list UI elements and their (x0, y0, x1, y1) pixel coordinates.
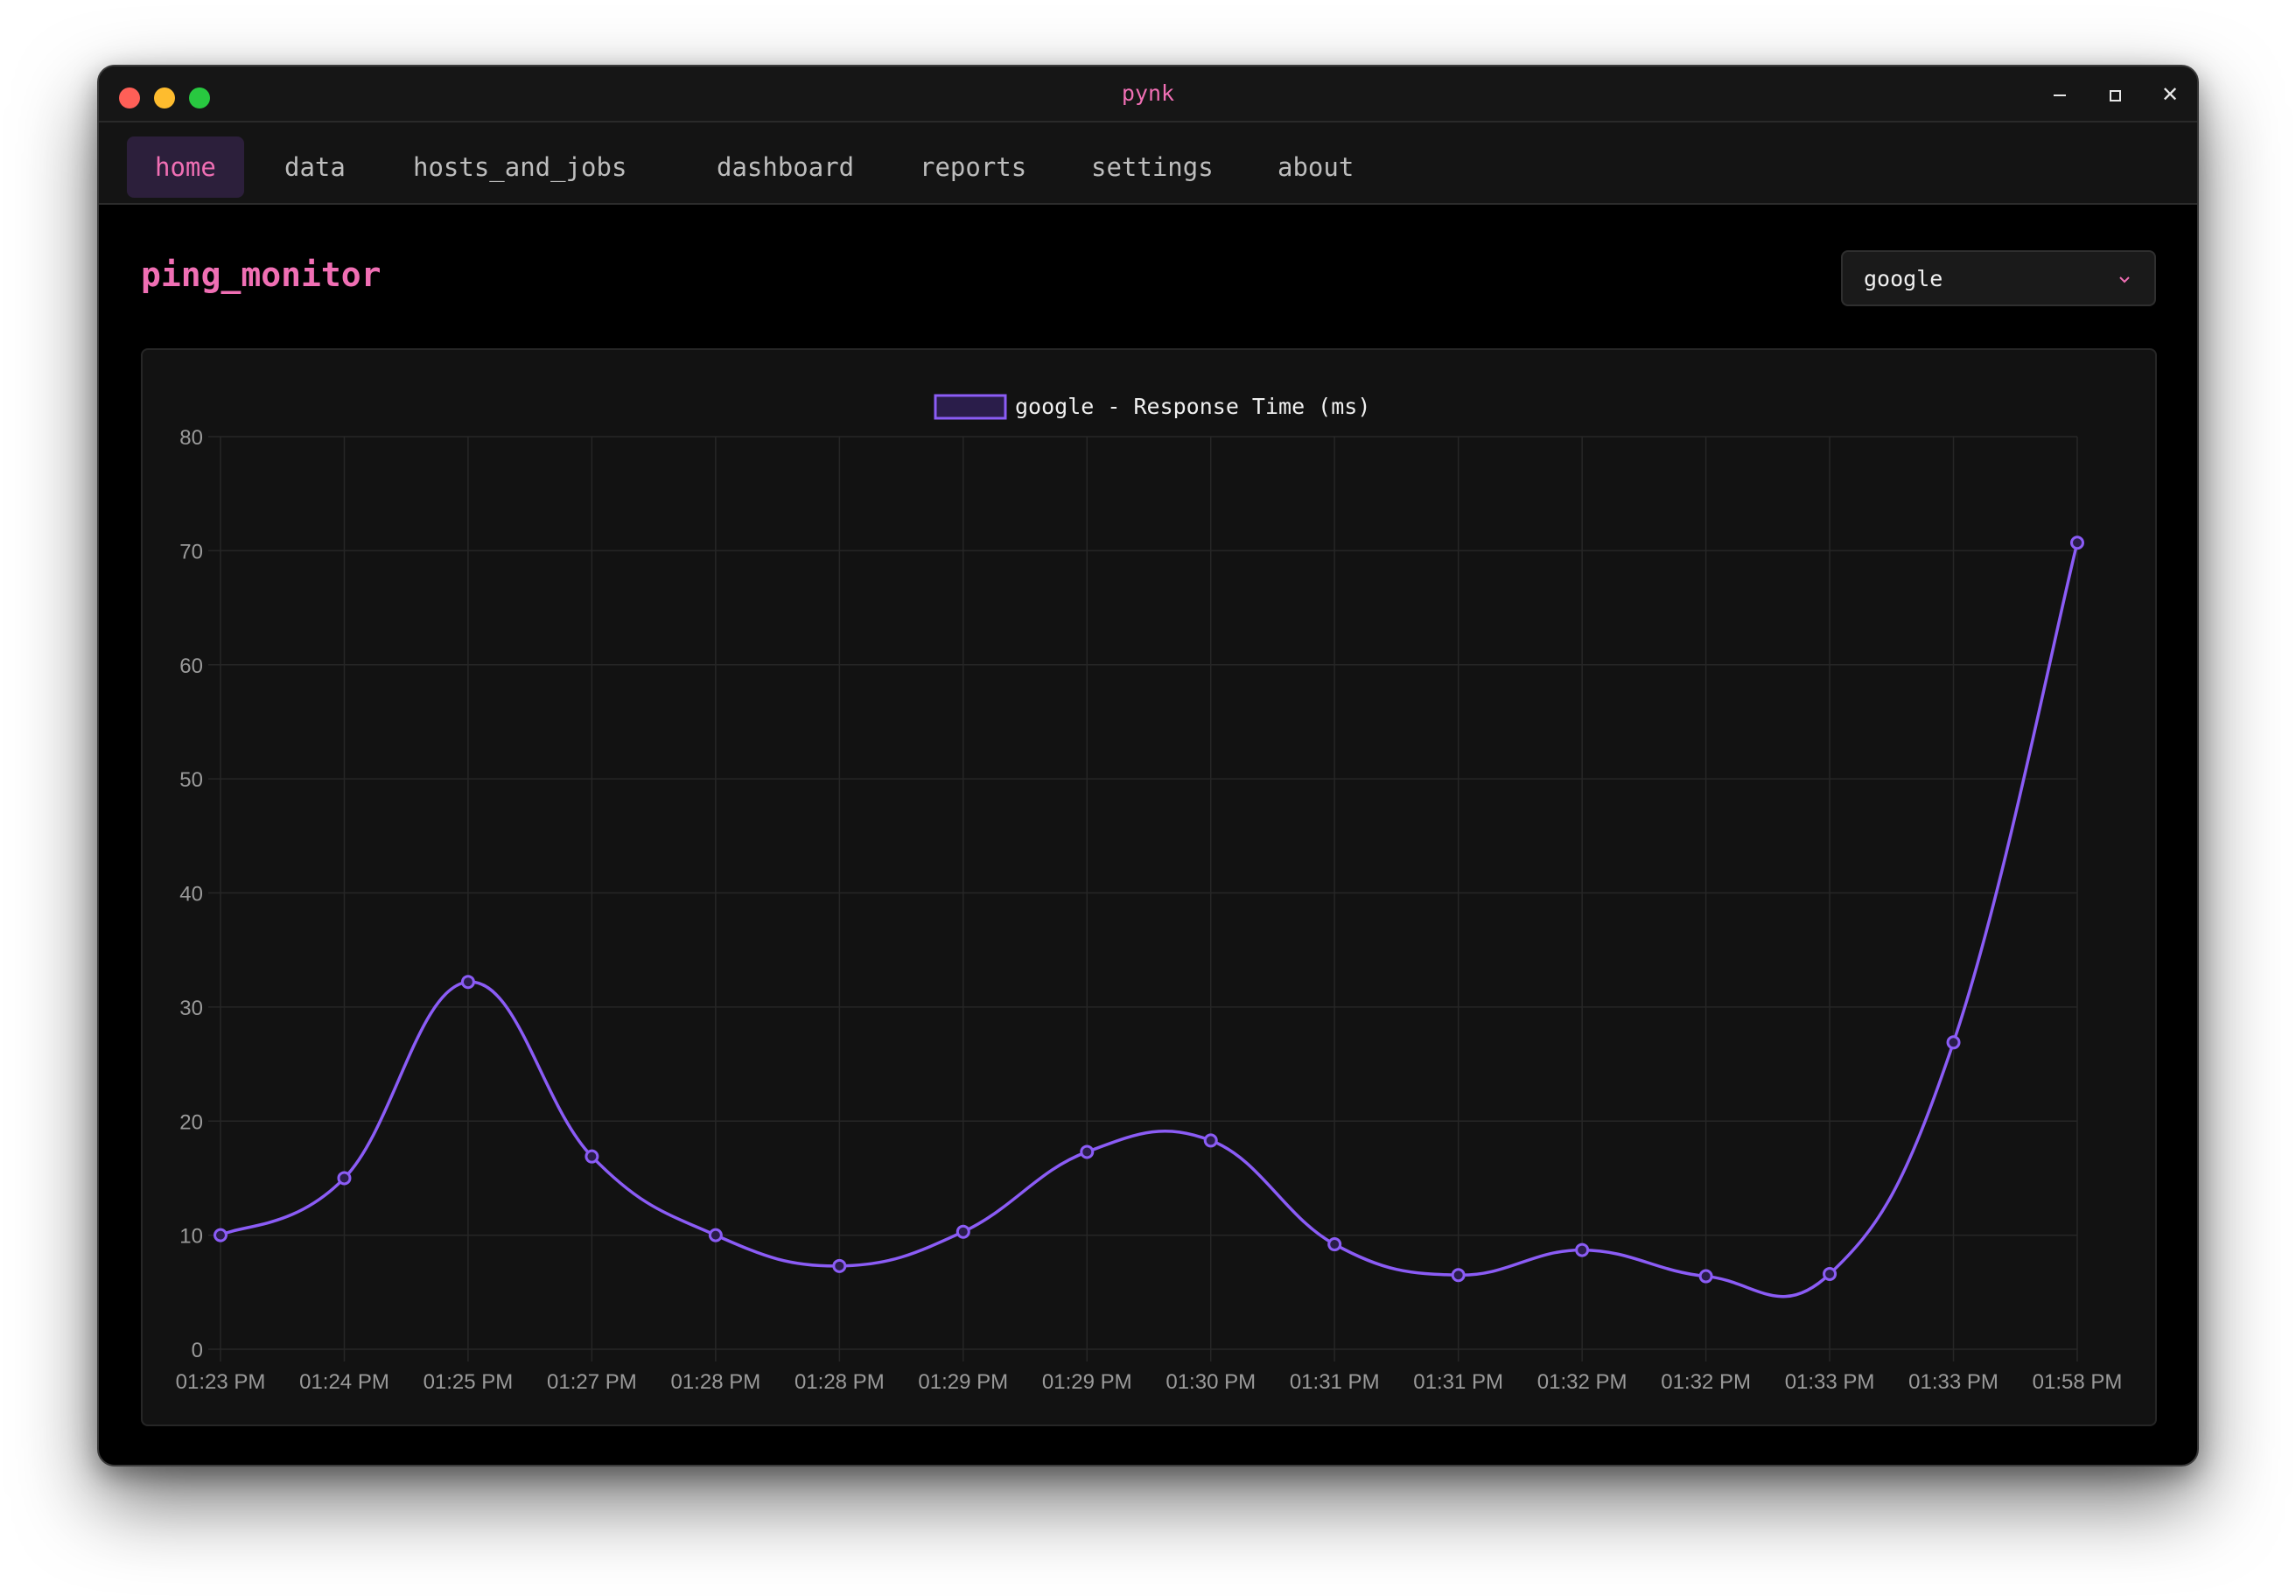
y-tick-label: 50 (179, 768, 203, 792)
title-bar: pynk ✕ (99, 66, 2197, 122)
series-line (220, 542, 2079, 1298)
maximize-icon[interactable] (2097, 77, 2132, 112)
y-tick-label: 40 (179, 883, 203, 906)
data-point[interactable] (708, 1228, 723, 1242)
x-tick-label: 01:33 PM (1785, 1370, 1875, 1394)
data-point[interactable] (2070, 536, 2084, 550)
y-tick-label: 20 (179, 1110, 203, 1134)
x-tick-label: 01:33 PM (1908, 1370, 1998, 1394)
data-point[interactable] (584, 1149, 599, 1164)
tab-settings[interactable]: settings (1063, 136, 1242, 198)
x-tick-label: 01:58 PM (2033, 1370, 2123, 1394)
x-tick-label: 01:32 PM (1661, 1370, 1751, 1394)
host-select-value: google (1864, 266, 1943, 291)
data-point[interactable] (1203, 1133, 1218, 1148)
legend-label[interactable]: google - Response Time (ms) (1015, 394, 1370, 419)
x-tick-label: 01:29 PM (1042, 1370, 1132, 1394)
x-tick-label: 01:32 PM (1537, 1370, 1628, 1394)
x-tick-label: 01:30 PM (1166, 1370, 1256, 1394)
x-tick-label: 01:29 PM (918, 1370, 1008, 1394)
x-tick-label: 01:28 PM (794, 1370, 885, 1394)
x-tick-label: 01:31 PM (1290, 1370, 1380, 1394)
response-time-chart: google - Response Time (ms) 0 10 20 30 40 50 6… (176, 394, 2123, 1394)
y-tick-label: 30 (179, 997, 203, 1020)
legend-swatch[interactable] (934, 394, 1007, 420)
x-tick-label: 01:28 PM (670, 1370, 760, 1394)
minimize-icon[interactable] (2042, 77, 2077, 112)
data-point[interactable] (337, 1171, 352, 1186)
tab-data[interactable]: data (256, 136, 374, 198)
data-point[interactable] (1080, 1144, 1095, 1159)
nav-bar: home data hosts_and_jobs dashboard repor… (99, 122, 2197, 205)
data-point[interactable] (1698, 1269, 1713, 1284)
close-icon[interactable]: ✕ (2152, 77, 2188, 112)
y-tick-label: 70 (179, 540, 203, 564)
host-select[interactable]: google (1841, 250, 2156, 306)
tab-about[interactable]: about (1250, 136, 1382, 198)
x-tick-label: 01:23 PM (176, 1370, 266, 1394)
tab-dashboard[interactable]: dashboard (689, 136, 882, 198)
data-point[interactable] (956, 1224, 970, 1239)
data-point[interactable] (460, 975, 475, 990)
x-tick-label: 01:24 PM (299, 1370, 389, 1394)
chart-card: google - Response Time (ms) 0 10 20 30 40 50 6… (141, 348, 2157, 1426)
page-title: ping_monitor (141, 256, 382, 294)
data-point[interactable] (1946, 1035, 1961, 1050)
y-tick-label: 60 (179, 654, 203, 678)
tab-hosts-and-jobs[interactable]: hosts_and_jobs (385, 136, 654, 198)
chevron-down-icon (2119, 276, 2130, 284)
window-title: pynk (1121, 80, 1175, 106)
x-tick-label: 01:25 PM (424, 1370, 514, 1394)
data-point[interactable] (832, 1258, 847, 1273)
tab-reports[interactable]: reports (892, 136, 1054, 198)
y-tick-label: 10 (179, 1225, 203, 1249)
data-point[interactable] (1575, 1242, 1590, 1257)
tab-home[interactable]: home (127, 136, 244, 198)
y-tick-label: 0 (192, 1339, 203, 1362)
x-tick-label: 01:27 PM (547, 1370, 637, 1394)
data-point[interactable] (214, 1228, 228, 1242)
y-tick-label: 80 (179, 426, 203, 450)
data-point[interactable] (1327, 1237, 1342, 1252)
app-window: pynk ✕ home data hosts_and_jobs dashboar… (97, 65, 2199, 1466)
data-point[interactable] (1823, 1266, 1838, 1281)
data-point[interactable] (1451, 1268, 1466, 1283)
x-tick-label: 01:31 PM (1413, 1370, 1503, 1394)
